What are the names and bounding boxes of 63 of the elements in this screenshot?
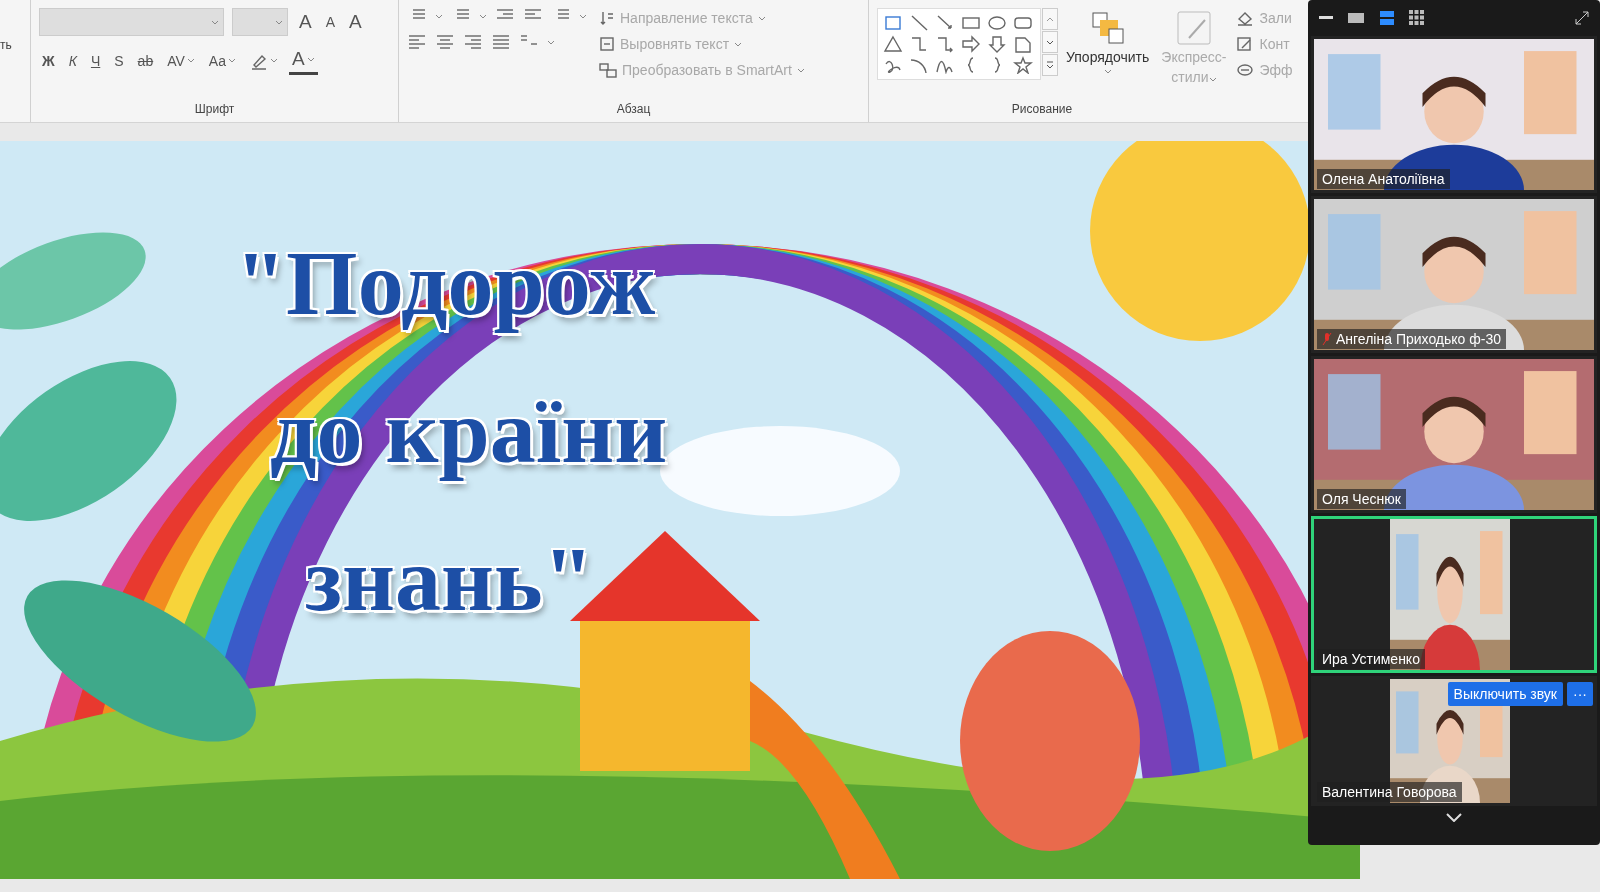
align-left-icon[interactable] bbox=[407, 34, 427, 50]
shape-icon[interactable] bbox=[987, 35, 1007, 53]
caret-icon bbox=[269, 58, 278, 63]
underline-button[interactable]: Ч bbox=[87, 50, 104, 71]
group-label: Шрифт bbox=[193, 102, 236, 116]
italic-button[interactable]: К bbox=[65, 50, 80, 71]
more-button[interactable]: ··· bbox=[1567, 682, 1593, 706]
shape-icon[interactable] bbox=[909, 35, 929, 53]
bold-button[interactable]: Ж bbox=[39, 50, 58, 71]
grow-font-button[interactable]: A bbox=[296, 9, 315, 35]
case-button[interactable]: Aa bbox=[205, 50, 239, 71]
mute-button[interactable]: Выключить звук bbox=[1447, 682, 1563, 706]
shape-icon[interactable] bbox=[1013, 56, 1033, 74]
strikethrough-button[interactable]: ab bbox=[134, 50, 157, 71]
participant-name: Ангеліна Приходько ф-30 bbox=[1317, 329, 1507, 349]
align-right-icon[interactable] bbox=[463, 34, 483, 50]
align-center-icon[interactable] bbox=[435, 34, 455, 50]
fullscreen-icon[interactable] bbox=[1575, 11, 1589, 25]
justify-icon[interactable] bbox=[491, 34, 511, 50]
caret-icon bbox=[579, 13, 587, 19]
shape-icon[interactable] bbox=[1013, 14, 1033, 32]
shape-gallery[interactable] bbox=[877, 8, 1041, 80]
caret-icon bbox=[1208, 76, 1217, 82]
shape-icon[interactable] bbox=[935, 14, 955, 32]
caret-icon bbox=[211, 19, 219, 25]
caret-icon bbox=[547, 39, 555, 45]
minimize-icon[interactable] bbox=[1319, 16, 1333, 20]
caret-icon bbox=[734, 41, 743, 47]
shape-icon[interactable] bbox=[935, 35, 955, 53]
shadow-button[interactable]: S bbox=[111, 50, 127, 71]
single-view-icon[interactable] bbox=[1347, 11, 1365, 25]
caret-icon bbox=[479, 13, 487, 19]
font-color-button[interactable]: A bbox=[288, 46, 318, 75]
group-label: Абзац bbox=[615, 102, 652, 116]
gallery-view-icon[interactable] bbox=[1409, 10, 1425, 26]
caret-icon bbox=[757, 15, 766, 21]
caret-icon bbox=[1103, 68, 1112, 74]
caret-icon bbox=[435, 13, 443, 19]
arrange-button[interactable]: Упорядочить bbox=[1062, 8, 1154, 100]
shape-icon[interactable] bbox=[909, 56, 929, 74]
shape-icon[interactable] bbox=[961, 14, 981, 32]
clear-format-button[interactable]: A bbox=[346, 9, 365, 35]
caret-icon bbox=[796, 67, 805, 73]
brush-icon bbox=[1174, 10, 1213, 46]
ribbon-label[interactable]: ть bbox=[0, 38, 12, 52]
caret-icon bbox=[227, 58, 236, 63]
chevron-down-icon[interactable] bbox=[1446, 813, 1462, 822]
shape-icon[interactable] bbox=[883, 35, 903, 53]
shape-icon[interactable] bbox=[987, 14, 1007, 32]
shrink-font-button[interactable]: A bbox=[322, 12, 339, 32]
chevron-down-icon bbox=[1046, 39, 1054, 45]
spacing-button[interactable]: AV bbox=[164, 50, 198, 71]
shape-icon[interactable] bbox=[909, 14, 929, 32]
shape-icon[interactable] bbox=[883, 14, 903, 32]
group-label: Рисование bbox=[1010, 102, 1074, 116]
shape-icon[interactable] bbox=[1013, 35, 1033, 53]
caret-icon bbox=[306, 56, 315, 62]
caret-icon bbox=[275, 19, 283, 25]
chevron-up-icon bbox=[1046, 16, 1054, 22]
expand-icon bbox=[1046, 61, 1054, 69]
speaker-view-icon[interactable] bbox=[1379, 10, 1395, 26]
shape-icon[interactable] bbox=[961, 35, 981, 53]
caret-icon bbox=[186, 58, 195, 63]
